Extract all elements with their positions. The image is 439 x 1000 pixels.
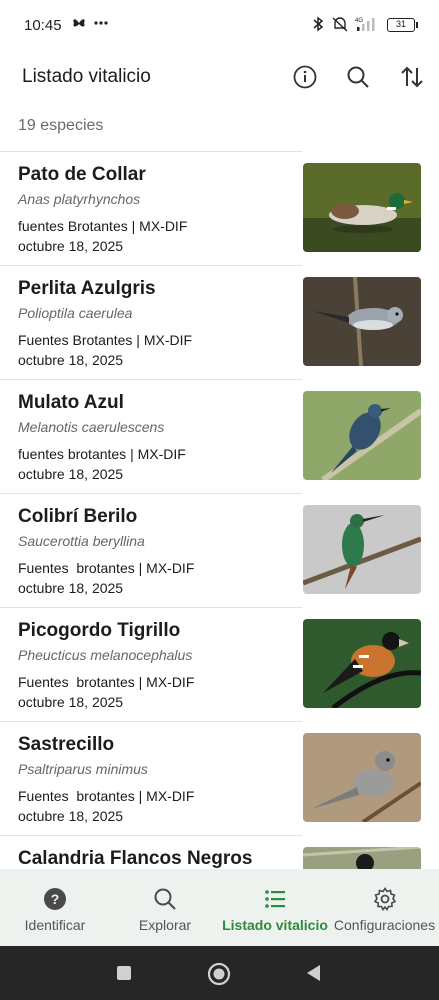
source-location: Fuentes Brotantes | MX-DIF <box>18 332 193 348</box>
mute-icon <box>332 17 348 32</box>
observation-date: octubre 18, 2025 <box>18 238 124 254</box>
species-photo[interactable] <box>303 391 421 480</box>
scientific-name: Anas platyrhynchos <box>18 191 141 207</box>
list-item[interactable]: Mulato Azul Melanotis caerulescens fuent… <box>0 379 439 493</box>
species-photo[interactable] <box>303 277 421 366</box>
list-item[interactable]: Colibrí Berilo Saucerottia beryllina Fue… <box>0 493 439 607</box>
species-photo[interactable] <box>303 847 421 869</box>
species-photo[interactable] <box>303 163 421 252</box>
source-location: Fuentes brotantes | MX-DIF <box>18 674 195 690</box>
observation-date: octubre 18, 2025 <box>18 352 124 368</box>
scientific-name: Psaltriparus minimus <box>18 761 148 777</box>
nav-identificar[interactable]: ? Identificar <box>0 869 110 946</box>
common-name: Calandria Flancos Negros <box>18 848 253 869</box>
back-icon[interactable] <box>305 964 323 982</box>
help-circle-icon: ? <box>44 888 66 910</box>
status-notifications <box>72 16 108 30</box>
list-item[interactable]: Perlita Azulgris Polioptila caerulea Fue… <box>0 265 439 379</box>
recents-icon[interactable] <box>116 965 132 981</box>
list-item[interactable]: Calandria Flancos Negros <box>0 835 439 869</box>
butterfly-icon <box>73 19 85 27</box>
network-label: 4G <box>355 18 363 24</box>
nav-configuraciones[interactable]: Configuraciones <box>330 869 439 946</box>
divider <box>0 265 302 266</box>
observation-date: octubre 18, 2025 <box>18 808 124 824</box>
nav-label: Explorar <box>138 917 192 933</box>
status-icons: 4G <box>311 16 379 32</box>
divider <box>0 835 302 836</box>
common-name: Mulato Azul <box>18 392 124 413</box>
sort-icon[interactable] <box>399 64 425 90</box>
more-dots-icon <box>94 21 108 25</box>
common-name: Perlita Azulgris <box>18 278 156 299</box>
divider <box>0 151 302 152</box>
list-item[interactable]: Pato de Collar Anas platyrhynchos fuente… <box>0 151 439 265</box>
nav-listado-vitalicio[interactable]: Listado vitalicio <box>220 869 330 946</box>
observation-date: octubre 18, 2025 <box>18 694 124 710</box>
source-location: Fuentes brotantes | MX-DIF <box>18 788 195 804</box>
info-icon[interactable] <box>292 64 318 90</box>
list-item[interactable]: Picogordo Tigrillo Pheucticus melanoceph… <box>0 607 439 721</box>
species-photo[interactable] <box>303 619 421 708</box>
source-location: fuentes brotantes | MX-DIF <box>18 446 186 462</box>
gear-icon <box>373 887 396 911</box>
list-icon <box>265 890 285 908</box>
search-icon[interactable] <box>345 64 371 90</box>
status-time: 10:45 <box>24 17 62 34</box>
scientific-name: Pheucticus melanocephalus <box>18 647 193 663</box>
page-title: Listado vitalicio <box>22 66 151 87</box>
svg-text:?: ? <box>51 891 60 907</box>
common-name: Pato de Collar <box>18 164 146 185</box>
nav-label: Listado vitalicio <box>222 917 328 933</box>
system-navigation-bar <box>0 946 439 1000</box>
common-name: Sastrecillo <box>18 734 115 755</box>
species-photo[interactable] <box>303 505 421 594</box>
scientific-name: Saucerottia beryllina <box>18 533 145 549</box>
bluetooth-icon <box>313 16 324 32</box>
divider <box>0 379 302 380</box>
species-count: 19 especies <box>18 117 104 134</box>
nav-explorar[interactable]: Explorar <box>110 869 220 946</box>
scientific-name: Melanotis caerulescens <box>18 419 165 435</box>
home-icon[interactable] <box>207 962 231 986</box>
divider <box>0 607 302 608</box>
nav-label: Identificar <box>24 917 86 933</box>
divider <box>0 721 302 722</box>
source-location: fuentes Brotantes | MX-DIF <box>18 218 188 234</box>
common-name: Colibrí Berilo <box>18 506 138 527</box>
search-icon <box>154 888 176 910</box>
nav-label: Configuraciones <box>333 917 436 933</box>
list-item[interactable]: Sastrecillo Psaltriparus minimus Fuentes… <box>0 721 439 835</box>
source-location: Fuentes brotantes | MX-DIF <box>18 560 195 576</box>
common-name: Picogordo Tigrillo <box>18 620 181 641</box>
status-bar: 10:45 4G 31 <box>0 0 439 52</box>
species-photo[interactable] <box>303 733 421 822</box>
signal-icon: 4G <box>355 18 375 31</box>
species-list: Pato de Collar Anas platyrhynchos fuente… <box>0 151 439 869</box>
scientific-name: Polioptila caerulea <box>18 305 133 321</box>
observation-date: octubre 18, 2025 <box>18 466 124 482</box>
divider <box>0 493 302 494</box>
observation-date: octubre 18, 2025 <box>18 580 124 596</box>
battery-indicator: 31 <box>387 18 418 32</box>
app-header: Listado vitalicio <box>0 52 439 104</box>
bottom-navigation: ? Identificar Explorar Listado vitalicio… <box>0 869 439 946</box>
